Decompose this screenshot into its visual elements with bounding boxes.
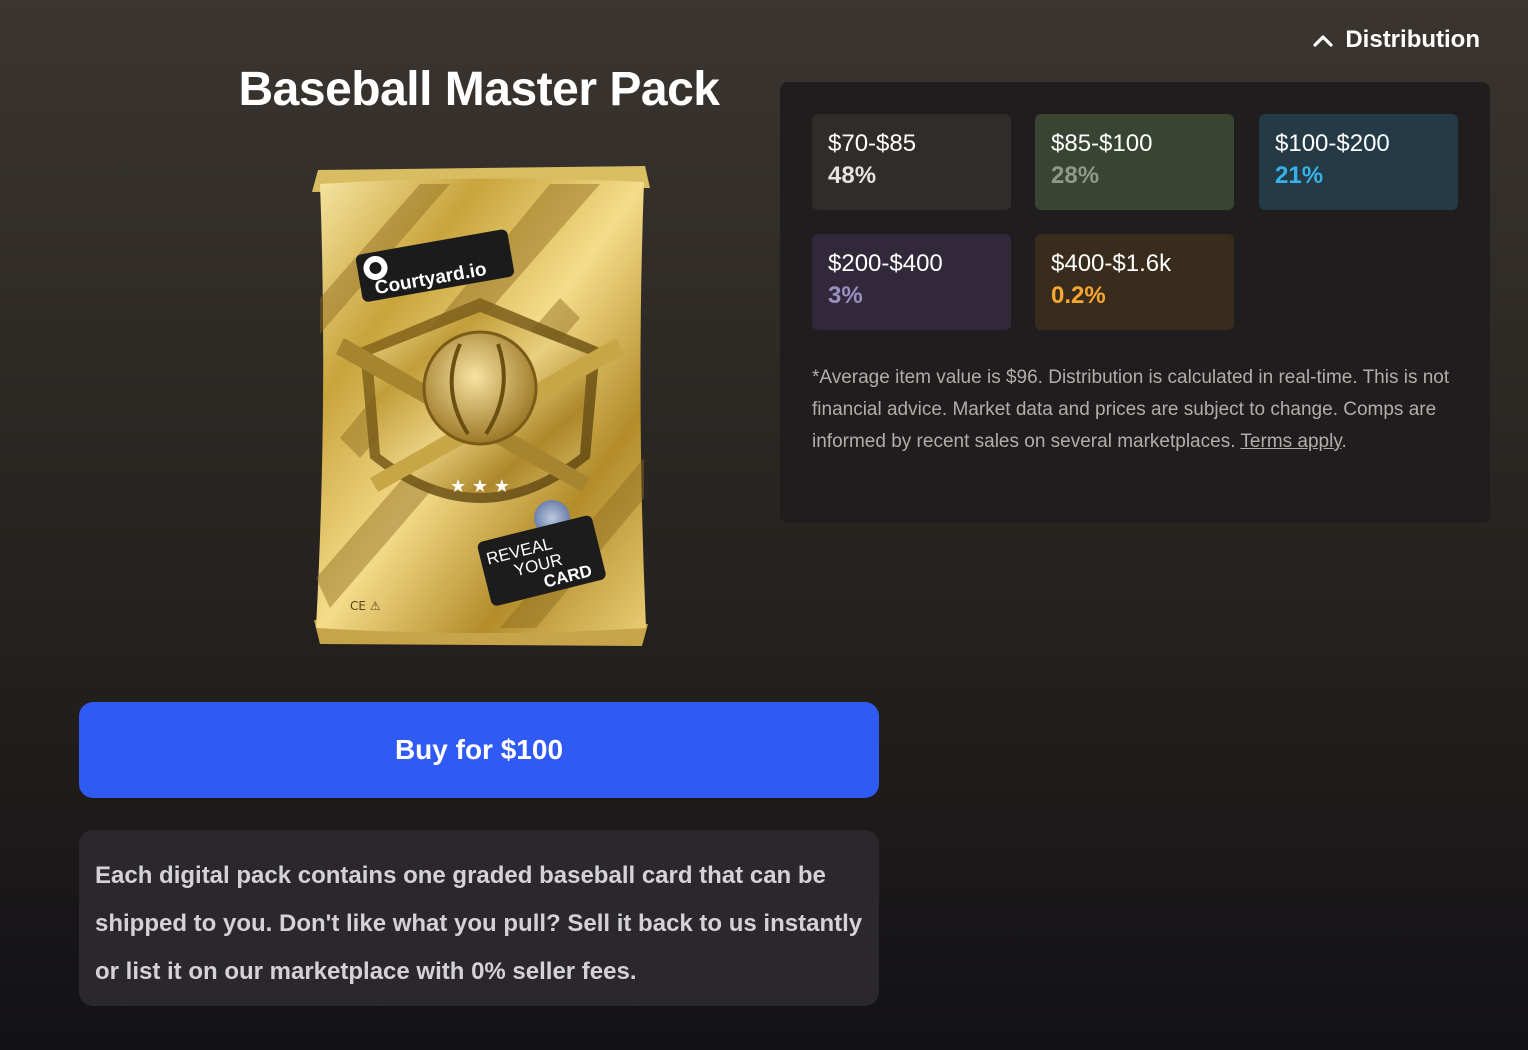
tier-percent: 3% (828, 282, 863, 309)
distribution-tier-400-1-6k: $400-$1.6k 0.2% (1035, 234, 1234, 330)
distribution-disclaimer: *Average item value is $96. Distribution… (812, 362, 1452, 458)
svg-text:★ ★ ★: ★ ★ ★ (450, 476, 510, 497)
tier-range: $85-$100 (1051, 130, 1153, 157)
distribution-tier-85-100: $85-$100 28% (1035, 114, 1234, 210)
terms-link[interactable]: Terms apply (1240, 431, 1341, 452)
disclaimer-end: . (1341, 431, 1347, 452)
tier-percent: 21% (1275, 162, 1324, 189)
buy-button[interactable]: Buy for $100 (79, 702, 879, 798)
svg-text:CE ⚠: CE ⚠ (350, 599, 381, 613)
distribution-tier-100-200: $100-$200 21% (1259, 114, 1458, 210)
pack-image[interactable]: Courtyard.io ★ ★ ★ REVEAL YOUR CARD CE ⚠ (300, 158, 660, 658)
tier-range: $70-$85 (828, 130, 917, 157)
tier-range: $200-$400 (828, 250, 943, 277)
tier-range: $100-$200 (1275, 130, 1390, 157)
tier-percent: 28% (1051, 162, 1100, 189)
distribution-tier-200-400: $200-$400 3% (812, 234, 1011, 330)
description-box: Each digital pack contains one graded ba… (79, 830, 879, 1006)
description-text: Each digital pack contains one graded ba… (95, 862, 863, 985)
distribution-panel: $70-$85 48% $85-$100 28% $100-$200 21% $… (780, 82, 1490, 523)
distribution-tier-70-85: $70-$85 48% (812, 114, 1011, 210)
page-title: Baseball Master Pack (238, 63, 720, 116)
tier-range: $400-$1.6k (1051, 250, 1172, 277)
disclaimer-text: *Average item value is $96. Distribution… (812, 367, 1450, 452)
distribution-toggle-label: Distribution (1345, 26, 1480, 53)
pack-page: Baseball Master Pack Courtyard.io ★ ★ ★ … (0, 0, 1528, 1050)
tier-percent: 48% (828, 162, 877, 189)
chevron-up-icon (1313, 35, 1333, 47)
distribution-toggle[interactable]: Distribution (1313, 26, 1480, 54)
tier-percent: 0.2% (1051, 282, 1106, 309)
